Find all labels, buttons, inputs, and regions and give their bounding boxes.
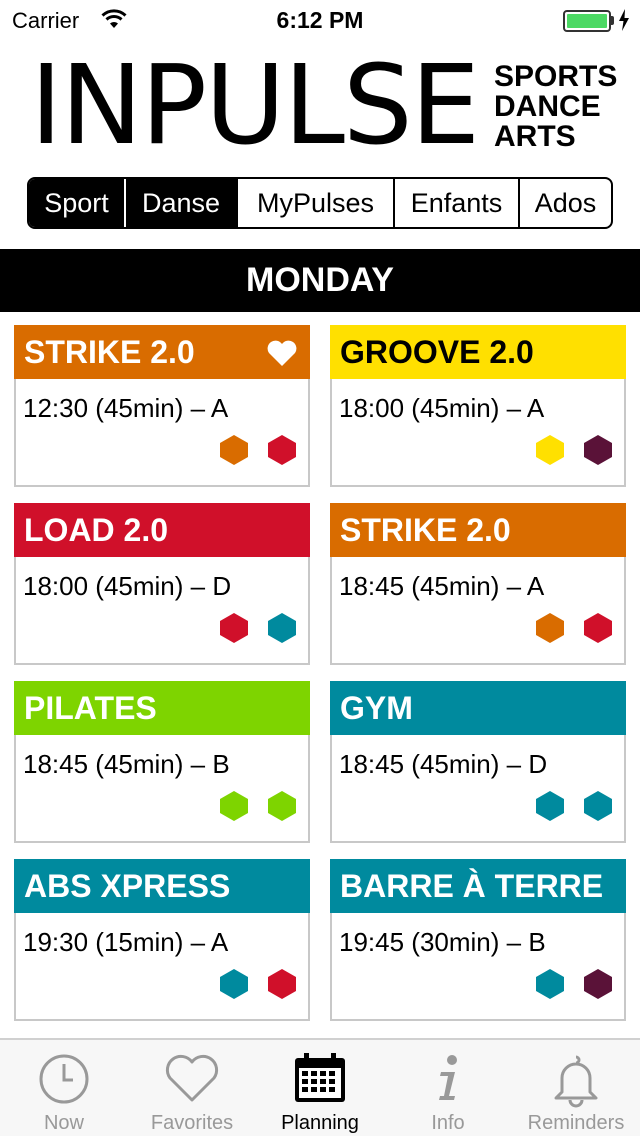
class-time: 18:45 (45min) – D bbox=[339, 749, 548, 779]
category-hexagon-icon bbox=[219, 612, 249, 644]
clock-time: 6:12 PM bbox=[276, 7, 364, 33]
logo-wordmark: INPULSE bbox=[30, 41, 480, 169]
category-hexagon-icon bbox=[219, 434, 249, 466]
tab-label: Reminders bbox=[527, 1112, 625, 1134]
heart-icon bbox=[164, 1052, 220, 1111]
day-header: MONDAY bbox=[0, 249, 640, 312]
battery-icon bbox=[563, 10, 611, 32]
class-time: 18:45 (45min) – B bbox=[23, 749, 230, 779]
logo-tagline-line: SPORTS bbox=[494, 60, 618, 93]
class-time: 18:45 (45min) – A bbox=[339, 571, 545, 601]
class-card[interactable]: LOAD 2.0 18:00 (45min) – D bbox=[14, 503, 310, 665]
segment-sport[interactable]: Sport bbox=[29, 179, 126, 227]
logo-tagline: SPORTS DANCE ARTS bbox=[494, 62, 617, 152]
category-hexagon-icon bbox=[267, 434, 297, 466]
category-hexagon-icon bbox=[583, 434, 613, 466]
logo-tagline-line: ARTS bbox=[494, 120, 576, 153]
tab-info[interactable]: Info bbox=[384, 1040, 512, 1136]
category-hexagon-icon bbox=[535, 790, 565, 822]
class-card[interactable]: GROOVE 2.0 18:00 (45min) – A bbox=[330, 325, 626, 487]
tab-label: Planning bbox=[281, 1112, 359, 1134]
class-title: PILATES bbox=[14, 681, 310, 735]
class-title: ABS XPRESS bbox=[14, 859, 310, 913]
class-time: 19:45 (30min) – B bbox=[339, 927, 546, 957]
tab-now[interactable]: Now bbox=[0, 1040, 128, 1136]
tab-label: Info bbox=[431, 1112, 465, 1134]
battery-nub bbox=[611, 16, 614, 25]
favorite-heart-icon[interactable] bbox=[266, 339, 298, 372]
class-card[interactable]: PILATES 18:45 (45min) – B bbox=[14, 681, 310, 843]
tab-planning[interactable]: Planning bbox=[256, 1040, 384, 1136]
class-title: BARRE À TERRE bbox=[330, 859, 626, 913]
class-card[interactable]: BARRE À TERRE 19:45 (30min) – B bbox=[330, 859, 626, 1021]
segment-danse[interactable]: Danse bbox=[126, 179, 238, 227]
clock-icon bbox=[37, 1052, 91, 1111]
logo-tagline-line: DANCE bbox=[494, 90, 601, 123]
bell-icon bbox=[548, 1052, 604, 1113]
category-hexagon-icon bbox=[219, 968, 249, 1000]
segment-enfants[interactable]: Enfants bbox=[395, 179, 520, 227]
class-card[interactable]: STRIKE 2.0 12:30 (45min) – A bbox=[14, 325, 310, 487]
class-title: GROOVE 2.0 bbox=[330, 325, 626, 379]
tab-bar: Now Favorites Planning Info Reminders bbox=[0, 1038, 640, 1136]
tab-favorites[interactable]: Favorites bbox=[128, 1040, 256, 1136]
segment-mypulses[interactable]: MyPulses bbox=[238, 179, 395, 227]
class-card[interactable]: GYM 18:45 (45min) – D bbox=[330, 681, 626, 843]
category-hexagon-icon bbox=[535, 612, 565, 644]
category-hexagon-icon bbox=[583, 968, 613, 1000]
category-hexagon-icon bbox=[583, 612, 613, 644]
category-hexagon-icon bbox=[535, 968, 565, 1000]
class-title: STRIKE 2.0 bbox=[330, 503, 626, 557]
class-time: 18:00 (45min) – D bbox=[23, 571, 232, 601]
class-time: 18:00 (45min) – A bbox=[339, 393, 545, 423]
category-hexagon-icon bbox=[267, 790, 297, 822]
category-segmented-control: Sport Danse MyPulses Enfants Ados bbox=[27, 177, 613, 229]
category-hexagon-icon bbox=[267, 968, 297, 1000]
class-card[interactable]: STRIKE 2.0 18:45 (45min) – A bbox=[330, 503, 626, 665]
segment-ados[interactable]: Ados bbox=[520, 179, 611, 227]
class-time: 19:30 (15min) – A bbox=[23, 927, 229, 957]
tab-label: Now bbox=[43, 1112, 84, 1134]
status-bar: Carrier 6:12 PM bbox=[0, 0, 640, 40]
info-icon bbox=[433, 1052, 463, 1111]
tab-label: Favorites bbox=[150, 1112, 234, 1134]
class-title: GYM bbox=[330, 681, 626, 735]
class-time: 12:30 (45min) – A bbox=[23, 393, 229, 423]
category-hexagon-icon bbox=[583, 790, 613, 822]
category-hexagon-icon bbox=[219, 790, 249, 822]
calendar-icon bbox=[292, 1052, 348, 1111]
tab-reminders[interactable]: Reminders bbox=[512, 1040, 640, 1136]
class-card[interactable]: ABS XPRESS 19:30 (15min) – A bbox=[14, 859, 310, 1021]
charging-bolt-icon bbox=[618, 9, 630, 36]
category-hexagon-icon bbox=[267, 612, 297, 644]
category-hexagon-icon bbox=[535, 434, 565, 466]
class-title: LOAD 2.0 bbox=[14, 503, 310, 557]
